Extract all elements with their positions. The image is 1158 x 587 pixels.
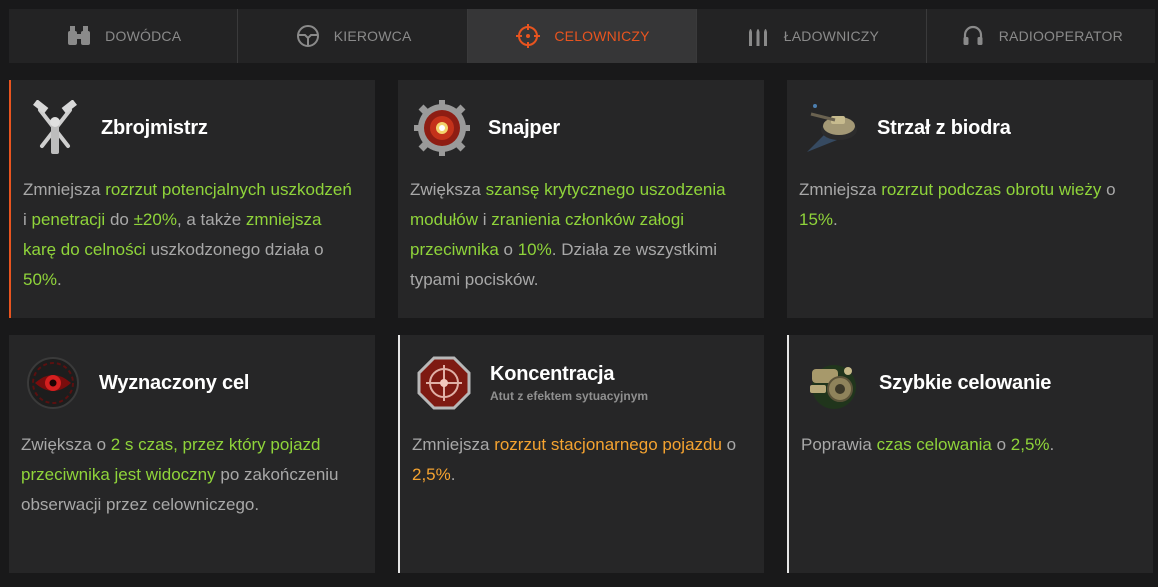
description-text: . — [450, 465, 456, 484]
description-text: i — [478, 210, 492, 229]
tab-ladowniczy[interactable]: ŁADOWNICZY — [697, 9, 927, 63]
tab-radiooperator[interactable]: RADIOOPERATOR — [927, 9, 1155, 63]
card-title: Zbrojmistrz — [101, 116, 208, 139]
card-subtitle: Atut z efektem sytuacyjnym — [490, 389, 649, 403]
card-title: Koncentracja — [490, 363, 615, 385]
highlight-text: penetracji — [31, 210, 106, 229]
steering-wheel-icon — [294, 22, 322, 50]
highlight-text: rozrzut potencjalnych uszkodzeń — [105, 180, 352, 199]
skill-card-szybkie-celowanie[interactable]: Szybkie celowanie Poprawia czas celowani… — [787, 335, 1153, 573]
highlight-text: ±20% — [133, 210, 177, 229]
description-text: Poprawia — [801, 435, 877, 454]
skill-card-zbrojmistrz[interactable]: Zbrojmistrz Zmniejsza rozrzut potencjaln… — [9, 80, 375, 318]
tab-label: CELOWNICZY — [554, 28, 650, 44]
description-text: Zwiększa o — [21, 435, 111, 454]
description-text: o — [1101, 180, 1116, 199]
gun-sight-icon — [801, 351, 865, 415]
highlight-text: 50% — [23, 270, 58, 289]
tab-label: RADIOOPERATOR — [998, 28, 1123, 44]
skill-card-koncentracja[interactable]: Koncentracja Atut z efektem sytuacyjnym … — [398, 335, 764, 573]
description-text: . — [833, 210, 838, 229]
crew-tabs: DOWÓDCA KIEROWCA CELOWNICZY ŁADOWNICZY R… — [9, 9, 1155, 63]
turret-icon — [799, 96, 863, 160]
shells-icon — [744, 22, 772, 50]
highlight-text: 2,5% — [412, 465, 451, 484]
description-text: o — [498, 240, 518, 259]
description-text: i — [23, 210, 32, 229]
tab-celowniczy[interactable]: CELOWNICZY — [467, 9, 698, 63]
crosshair-icon — [514, 22, 542, 50]
description-text: o — [991, 435, 1011, 454]
highlight-text: czas celowania — [876, 435, 992, 454]
description-text: , a także — [176, 210, 246, 229]
octagon-target-icon — [412, 351, 476, 415]
skill-card-strzal-z-biodra[interactable]: Strzał z biodra Zmniejsza rozrzut podcza… — [787, 80, 1153, 318]
highlight-text: 2,5% — [1010, 435, 1050, 454]
tab-label: KIEROWCA — [333, 28, 412, 44]
highlight-text: 10% — [517, 240, 552, 259]
description-text: o — [721, 435, 737, 454]
description-text: . — [57, 270, 62, 289]
highlight-text: rozrzut podczas obrotu wieży — [881, 180, 1102, 199]
highlight-text: 15% — [799, 210, 834, 229]
card-title: Strzał z biodra — [877, 116, 1011, 139]
skill-card-snajper[interactable]: Snajper Zwiększa szansę krytycznego uszo… — [398, 80, 764, 318]
tab-kierowca[interactable]: KIEROWCA — [238, 9, 468, 63]
card-description: Zwiększa o 2 s czas, przez który pojazd … — [21, 430, 356, 520]
crossed-hammers-icon — [23, 96, 87, 160]
tab-label: DOWÓDCA — [105, 28, 182, 44]
card-title: Snajper — [488, 116, 560, 139]
gear-target-icon — [410, 96, 474, 160]
description-text: Zmniejsza — [23, 180, 106, 199]
description-text: uszkodzonego działa o — [145, 240, 324, 259]
tab-dowodca[interactable]: DOWÓDCA — [9, 9, 239, 63]
card-description: Poprawia czas celowania o 2,5%. — [801, 430, 1136, 460]
description-text: Zmniejsza — [799, 180, 882, 199]
tab-label: ŁADOWNICZY — [783, 28, 880, 44]
description-text: Zmniejsza — [412, 435, 495, 454]
description-text: Zwiększa — [410, 180, 486, 199]
card-description: Zmniejsza rozrzut podczas obrotu wieży o… — [799, 175, 1134, 235]
card-description: Zmniejsza rozrzut potencjalnych uszkodze… — [23, 175, 358, 295]
card-title: Szybkie celowanie — [879, 371, 1052, 394]
headphones-icon — [959, 22, 987, 50]
card-title: Wyznaczony cel — [99, 371, 250, 394]
red-eye-icon — [21, 351, 85, 415]
highlight-text: rozrzut stacjonarnego pojazdu — [494, 435, 722, 454]
card-description: Zwiększa szansę krytycznego uszodzenia m… — [410, 175, 745, 295]
binoculars-icon — [65, 22, 93, 50]
skill-card-wyznaczony-cel[interactable]: Wyznaczony cel Zwiększa o 2 s czas, prze… — [9, 335, 375, 573]
description-text: do — [105, 210, 134, 229]
card-description: Zmniejsza rozrzut stacjonarnego pojazdu … — [412, 430, 747, 490]
description-text: . — [1049, 435, 1055, 454]
